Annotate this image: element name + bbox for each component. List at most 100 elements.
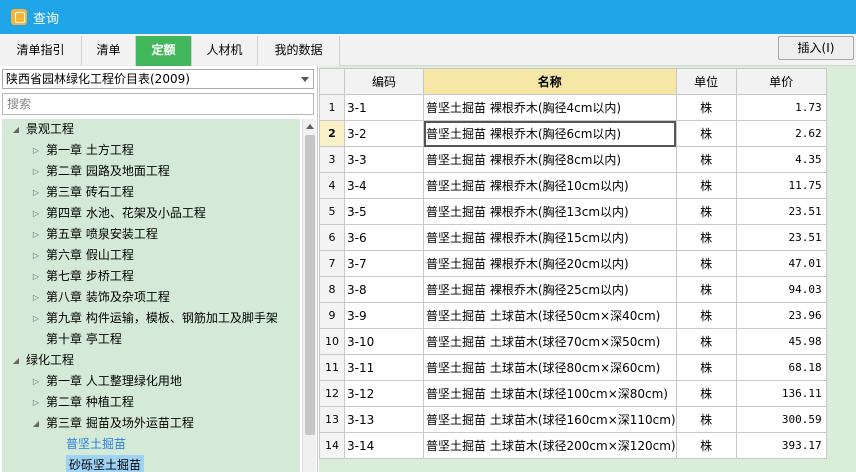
unit-cell[interactable]: 株 — [675, 250, 737, 277]
tab-list[interactable]: 清单 — [82, 36, 136, 66]
tree-expanded-icon[interactable]: ◢ — [10, 119, 22, 140]
tree-item[interactable]: ▷ 第一章 人工整理绿化用地 — [2, 371, 300, 392]
unit-cell[interactable]: 株 — [675, 94, 737, 121]
table-row[interactable]: 2 3-2 普坚土掘苗 裸根乔木(胸径6cm以内) 株 2.62 — [319, 120, 827, 147]
code-cell[interactable]: 3-11 — [344, 354, 424, 381]
row-number[interactable]: 1 — [319, 94, 345, 121]
tree-item[interactable]: ▷ 第五章 喷泉安装工程 — [2, 224, 300, 245]
row-number[interactable]: 6 — [319, 224, 345, 251]
code-cell[interactable]: 3-14 — [344, 432, 424, 459]
price-cell[interactable]: 1.73 — [735, 94, 827, 121]
row-number[interactable]: 8 — [319, 276, 345, 303]
row-number[interactable]: 13 — [319, 406, 345, 433]
unit-cell[interactable]: 株 — [675, 302, 737, 329]
header-code[interactable]: 编码 — [344, 68, 424, 95]
tree-collapsed-icon[interactable]: ▷ — [30, 224, 42, 245]
tree-collapsed-icon[interactable]: ▷ — [30, 287, 42, 308]
unit-cell[interactable]: 株 — [675, 406, 737, 433]
table-row[interactable]: 3 3-3 普坚土掘苗 裸根乔木(胸径8cm以内) 株 4.35 — [319, 146, 827, 173]
unit-cell[interactable]: 株 — [675, 224, 737, 251]
tree-collapsed-icon[interactable]: ▷ — [30, 308, 42, 329]
tree-item[interactable]: ▷ 第七章 步桥工程 — [2, 266, 300, 287]
row-number[interactable]: 10 — [319, 328, 345, 355]
tree-collapsed-icon[interactable]: ▷ — [30, 371, 42, 392]
name-cell[interactable]: 普坚土掘苗 裸根乔木(胸径25cm以内) — [423, 276, 677, 303]
price-cell[interactable]: 136.11 — [735, 380, 827, 407]
tree-collapsed-icon[interactable]: ▷ — [30, 392, 42, 413]
code-cell[interactable]: 3-1 — [344, 94, 424, 121]
unit-cell[interactable]: 株 — [675, 198, 737, 225]
name-cell[interactable]: 普坚土掘苗 裸根乔木(胸径6cm以内) — [423, 120, 677, 147]
row-number[interactable]: 11 — [319, 354, 345, 381]
table-row[interactable]: 6 3-6 普坚土掘苗 裸根乔木(胸径15cm以内) 株 23.51 — [319, 224, 827, 251]
code-cell[interactable]: 3-5 — [344, 198, 424, 225]
code-cell[interactable]: 3-13 — [344, 406, 424, 433]
row-number[interactable]: 14 — [319, 432, 345, 459]
code-cell[interactable]: 3-7 — [344, 250, 424, 277]
tree-item[interactable]: ◢ 第三章 掘苗及场外运苗工程 — [2, 413, 300, 434]
tree-item[interactable]: ▷ 第一章 土方工程 — [2, 140, 300, 161]
tree-collapsed-icon[interactable]: ▷ — [30, 161, 42, 182]
name-cell[interactable]: 普坚土掘苗 土球苗木(球径80cm×深60cm) — [423, 354, 677, 381]
price-cell[interactable]: 45.98 — [735, 328, 827, 355]
header-name[interactable]: 名称 — [423, 68, 677, 95]
unit-cell[interactable]: 株 — [675, 328, 737, 355]
table-row[interactable]: 7 3-7 普坚土掘苗 裸根乔木(胸径20cm以内) 株 47.01 — [319, 250, 827, 277]
tree-item[interactable]: ▷ 第四章 水池、花架及小品工程 — [2, 203, 300, 224]
code-cell[interactable]: 3-12 — [344, 380, 424, 407]
tree-group[interactable]: ◢ 绿化工程 — [2, 350, 300, 371]
unit-cell[interactable]: 株 — [675, 432, 737, 459]
name-cell[interactable]: 普坚土掘苗 裸根乔木(胸径4cm以内) — [423, 94, 677, 121]
row-number[interactable]: 9 — [319, 302, 345, 329]
unit-cell[interactable]: 株 — [675, 146, 737, 173]
table-row[interactable]: 1 3-1 普坚土掘苗 裸根乔木(胸径4cm以内) 株 1.73 — [319, 94, 827, 121]
tree-item[interactable]: ▷ 第八章 装饰及杂项工程 — [2, 287, 300, 308]
code-cell[interactable]: 3-6 — [344, 224, 424, 251]
name-cell[interactable]: 普坚土掘苗 土球苗木(球径200cm×深120cm) — [423, 432, 677, 459]
name-cell[interactable]: 普坚土掘苗 裸根乔木(胸径15cm以内) — [423, 224, 677, 251]
scrollbar-thumb[interactable] — [305, 135, 315, 435]
table-row[interactable]: 14 3-14 普坚土掘苗 土球苗木(球径200cm×深120cm) 株 393.17 — [319, 432, 827, 459]
name-cell[interactable]: 普坚土掘苗 土球苗木(球径160cm×深110cm) — [423, 406, 677, 433]
price-cell[interactable]: 68.18 — [735, 354, 827, 381]
scroll-up-icon[interactable] — [306, 124, 314, 129]
insert-button[interactable]: 插入(I) — [778, 36, 854, 60]
unit-cell[interactable]: 株 — [675, 380, 737, 407]
tree-expanded-icon[interactable]: ◢ — [10, 350, 22, 371]
search-input[interactable] — [2, 93, 314, 115]
unit-cell[interactable]: 株 — [675, 276, 737, 303]
name-cell[interactable]: 普坚土掘苗 土球苗木(球径50cm×深40cm) — [423, 302, 677, 329]
tree-collapsed-icon[interactable]: ▷ — [30, 140, 42, 161]
tree-group[interactable]: ◢ 景观工程 — [2, 119, 300, 140]
price-cell[interactable]: 2.62 — [735, 120, 827, 147]
code-cell[interactable]: 3-10 — [344, 328, 424, 355]
header-unit[interactable]: 单位 — [675, 68, 737, 95]
tree-collapsed-icon[interactable]: ▷ — [30, 182, 42, 203]
code-cell[interactable]: 3-3 — [344, 146, 424, 173]
price-cell[interactable]: 23.51 — [735, 224, 827, 251]
tab-quota[interactable]: 定额 — [136, 36, 192, 66]
price-cell[interactable]: 11.75 — [735, 172, 827, 199]
price-cell[interactable]: 393.17 — [735, 432, 827, 459]
unit-cell[interactable]: 株 — [675, 172, 737, 199]
table-row[interactable]: 10 3-10 普坚土掘苗 土球苗木(球径70cm×深50cm) 株 45.98 — [319, 328, 827, 355]
row-number[interactable]: 12 — [319, 380, 345, 407]
tree-item[interactable]: ▷ 第二章 园路及地面工程 — [2, 161, 300, 182]
name-cell[interactable]: 普坚土掘苗 裸根乔木(胸径10cm以内) — [423, 172, 677, 199]
chevron-down-icon[interactable] — [301, 77, 309, 82]
table-row[interactable]: 8 3-8 普坚土掘苗 裸根乔木(胸径25cm以内) 株 94.03 — [319, 276, 827, 303]
tree-scrollbar[interactable] — [302, 119, 316, 472]
table-row[interactable]: 12 3-12 普坚土掘苗 土球苗木(球径100cm×深80cm) 株 136.11 — [319, 380, 827, 407]
header-price[interactable]: 单价 — [735, 68, 827, 95]
tree-collapsed-icon[interactable]: ▷ — [30, 266, 42, 287]
tree-expanded-icon[interactable]: ◢ — [30, 413, 42, 434]
catalog-select[interactable]: 陕西省园林绿化工程价目表(2009) — [2, 69, 314, 89]
table-row[interactable]: 4 3-4 普坚土掘苗 裸根乔木(胸径10cm以内) 株 11.75 — [319, 172, 827, 199]
table-row[interactable]: 9 3-9 普坚土掘苗 土球苗木(球径50cm×深40cm) 株 23.96 — [319, 302, 827, 329]
code-cell[interactable]: 3-4 — [344, 172, 424, 199]
table-row[interactable]: 11 3-11 普坚土掘苗 土球苗木(球径80cm×深60cm) 株 68.18 — [319, 354, 827, 381]
name-cell[interactable]: 普坚土掘苗 裸根乔木(胸径13cm以内) — [423, 198, 677, 225]
tab-my-data[interactable]: 我的数据 — [258, 36, 340, 66]
price-cell[interactable]: 300.59 — [735, 406, 827, 433]
tab-labor-material-machine[interactable]: 人材机 — [192, 36, 258, 66]
